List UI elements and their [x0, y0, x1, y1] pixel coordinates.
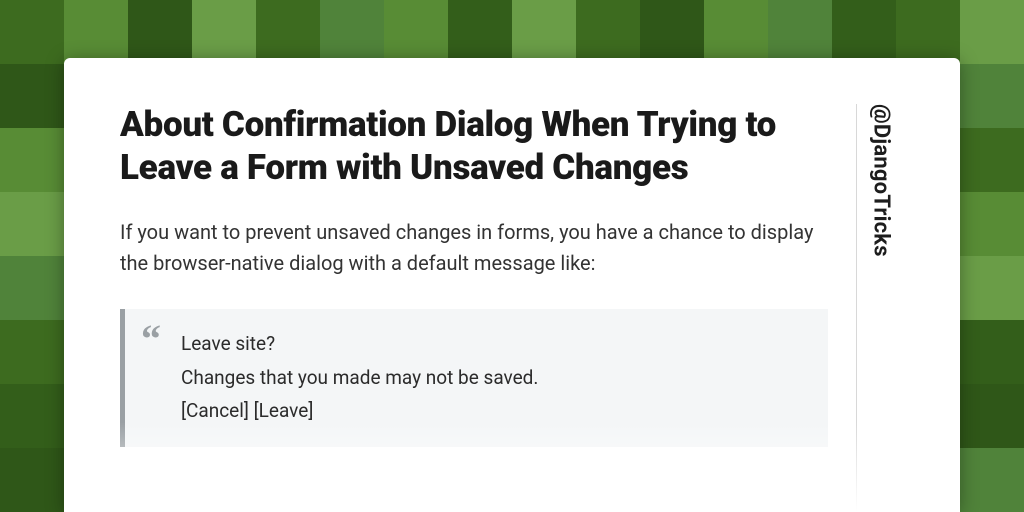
author-handle[interactable]: @DjangoTricks: [868, 104, 893, 257]
article-intro: If you want to prevent unsaved changes i…: [120, 217, 828, 279]
article-card: About Confirmation Dialog When Trying to…: [64, 58, 960, 512]
article-main: About Confirmation Dialog When Trying to…: [120, 104, 856, 512]
quote-line-1: Leave site?: [181, 327, 806, 360]
quote-line-2: Changes that you made may not be saved.: [181, 361, 806, 394]
author-sidebar: @DjangoTricks: [856, 104, 904, 512]
quote-mark-icon: “: [141, 319, 161, 359]
dialog-quote: “ Leave site? Changes that you made may …: [120, 309, 828, 447]
article-title: About Confirmation Dialog When Trying to…: [120, 104, 828, 189]
quote-line-3: [Cancel] [Leave]: [181, 394, 806, 427]
